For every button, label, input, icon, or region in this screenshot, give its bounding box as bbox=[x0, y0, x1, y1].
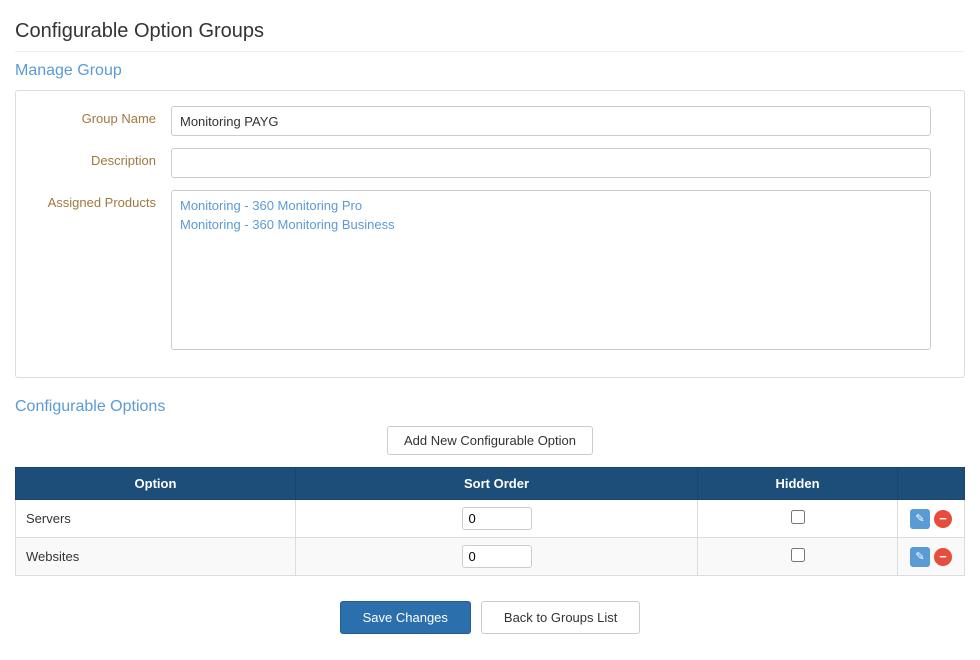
hidden-cell bbox=[698, 538, 898, 576]
sort-order-cell bbox=[296, 500, 698, 538]
assigned-products-label: Assigned Products bbox=[26, 190, 171, 210]
description-row: Description bbox=[26, 148, 954, 178]
description-label: Description bbox=[26, 148, 171, 168]
delete-icon[interactable]: − bbox=[934, 510, 952, 528]
edit-icon[interactable]: ✎ bbox=[910, 547, 930, 567]
col-header-hidden: Hidden bbox=[698, 468, 898, 500]
footer-buttons: Save Changes Back to Groups List bbox=[15, 601, 965, 634]
description-input[interactable] bbox=[171, 148, 931, 178]
save-changes-button[interactable]: Save Changes bbox=[340, 601, 471, 634]
sort-order-input[interactable] bbox=[462, 507, 532, 530]
add-option-btn-wrap: Add New Configurable Option bbox=[15, 426, 965, 455]
col-header-option: Option bbox=[16, 468, 296, 500]
option-name-cell: Websites bbox=[16, 538, 296, 576]
group-name-row: Group Name bbox=[26, 106, 954, 136]
product-item[interactable]: Monitoring - 360 Monitoring Business bbox=[177, 215, 925, 234]
options-table: Option Sort Order Hidden Servers✎−Websit… bbox=[15, 467, 965, 576]
actions-cell: ✎− bbox=[898, 500, 965, 538]
manage-group-section: Group Name Description Assigned Products… bbox=[15, 90, 965, 378]
options-table-body: Servers✎−Websites✎− bbox=[16, 500, 965, 576]
add-new-option-button[interactable]: Add New Configurable Option bbox=[387, 426, 593, 455]
options-table-header: Option Sort Order Hidden bbox=[16, 468, 965, 500]
delete-icon[interactable]: − bbox=[934, 548, 952, 566]
sort-order-input[interactable] bbox=[462, 545, 532, 568]
hidden-checkbox[interactable] bbox=[791, 548, 805, 562]
option-name-cell: Servers bbox=[16, 500, 296, 538]
product-item[interactable]: Monitoring - 360 Monitoring Pro bbox=[177, 196, 925, 215]
col-header-sort: Sort Order bbox=[296, 468, 698, 500]
table-row: Websites ✎− bbox=[16, 538, 965, 576]
back-to-groups-button[interactable]: Back to Groups List bbox=[481, 601, 640, 634]
group-name-input[interactable] bbox=[171, 106, 931, 136]
assigned-products-row: Assigned Products Monitoring - 360 Monit… bbox=[26, 190, 954, 350]
col-header-actions bbox=[898, 468, 965, 500]
sort-order-cell bbox=[296, 538, 698, 576]
assigned-products-list[interactable]: Monitoring - 360 Monitoring ProMonitorin… bbox=[171, 190, 931, 350]
group-name-label: Group Name bbox=[26, 106, 171, 126]
hidden-checkbox[interactable] bbox=[791, 510, 805, 524]
configurable-options-section: Configurable Options Add New Configurabl… bbox=[15, 398, 965, 576]
page-title: Configurable Option Groups bbox=[15, 20, 965, 52]
hidden-cell bbox=[698, 500, 898, 538]
configurable-options-heading: Configurable Options bbox=[15, 398, 965, 416]
manage-group-heading: Manage Group bbox=[15, 62, 965, 80]
actions-cell: ✎− bbox=[898, 538, 965, 576]
edit-icon[interactable]: ✎ bbox=[910, 509, 930, 529]
table-row: Servers ✎− bbox=[16, 500, 965, 538]
